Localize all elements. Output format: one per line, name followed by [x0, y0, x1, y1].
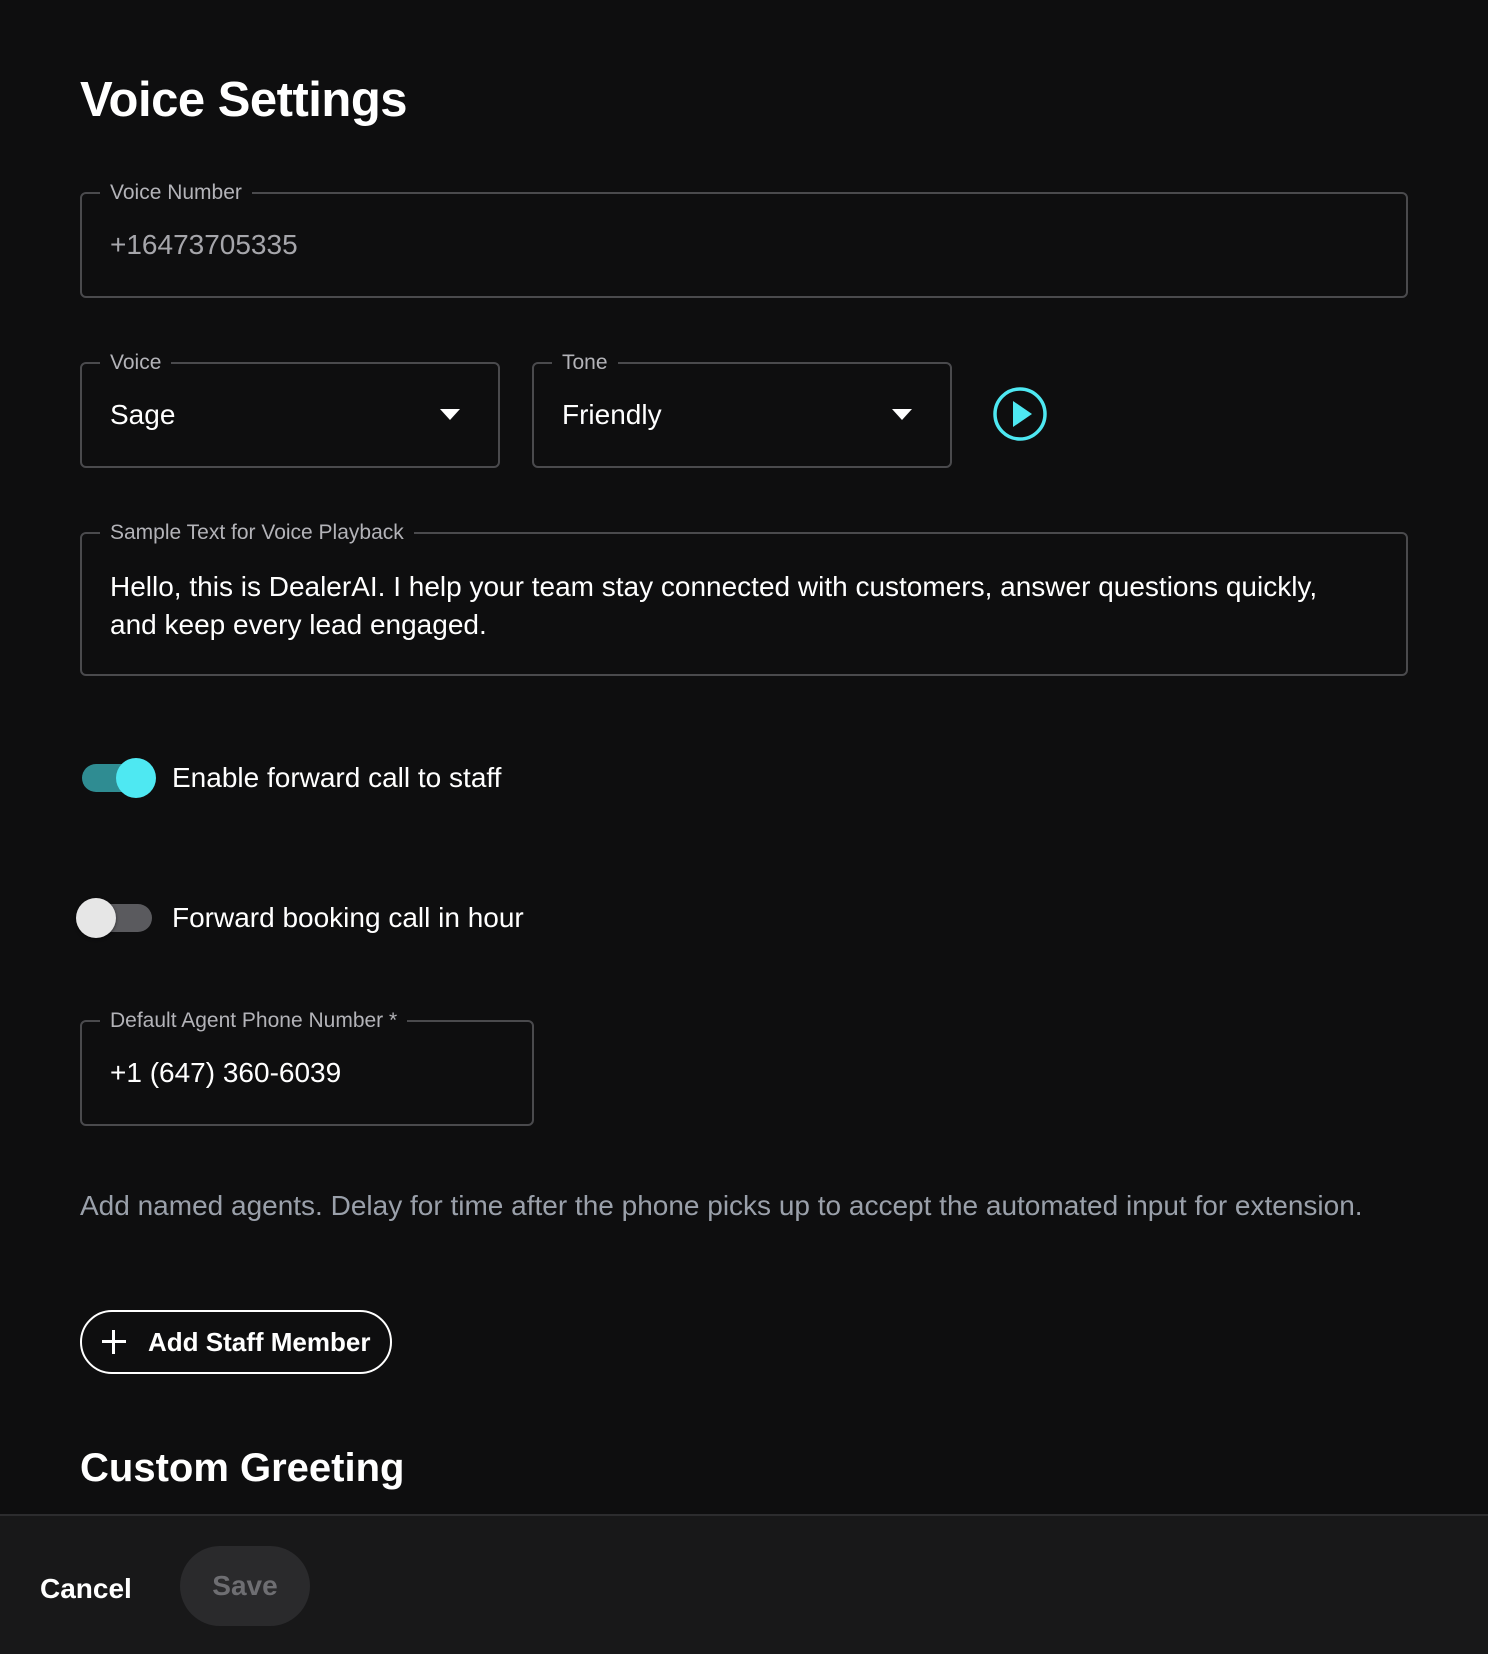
default-agent-phone-field[interactable]: Default Agent Phone Number * +1 (647) 36…: [80, 1008, 534, 1126]
sample-text-field[interactable]: Sample Text for Voice Playback Hello, th…: [80, 520, 1408, 676]
voice-select-value: Sage: [110, 399, 176, 430]
voice-number-field[interactable]: Voice Number +16473705335: [80, 180, 1408, 298]
voice-settings-panel: Voice Settings Voice Number +16473705335…: [0, 0, 1488, 1514]
forward-booking-row: Forward booking call in hour: [76, 896, 524, 940]
footer-action-bar: Cancel Save: [0, 1514, 1488, 1654]
forward-booking-label: Forward booking call in hour: [172, 902, 524, 933]
tone-select-value: Friendly: [562, 399, 662, 430]
forward-call-row: Enable forward call to staff: [80, 756, 501, 800]
sample-text-label: Sample Text for Voice Playback: [100, 520, 414, 546]
add-staff-member-label: Add Staff Member: [148, 1326, 371, 1357]
sample-text-value: Hello, this is DealerAI. I help your tea…: [110, 571, 1318, 640]
cancel-button[interactable]: Cancel: [40, 1560, 132, 1618]
forward-booking-toggle[interactable]: [76, 896, 156, 940]
voice-number-value: +16473705335: [110, 229, 298, 260]
voice-select[interactable]: Voice Sage: [80, 350, 500, 468]
toggle-knob: [116, 758, 156, 798]
default-agent-phone-value: +1 (647) 360-6039: [110, 1057, 342, 1088]
chevron-down-icon: [440, 409, 460, 420]
forward-call-label: Enable forward call to staff: [172, 762, 502, 793]
add-staff-member-button[interactable]: Add Staff Member: [80, 1310, 393, 1374]
page-title: Voice Settings: [80, 73, 408, 127]
custom-greeting-title: Custom Greeting: [80, 1446, 405, 1490]
toggle-knob: [76, 898, 116, 938]
tone-select[interactable]: Tone Friendly: [532, 350, 952, 468]
chevron-down-icon: [892, 409, 912, 420]
forward-call-toggle[interactable]: [80, 756, 156, 800]
play-sample-button[interactable]: [992, 386, 1048, 442]
plus-icon: [100, 1328, 128, 1356]
named-agents-helper-text: Add named agents. Delay for time after t…: [80, 1190, 1363, 1221]
play-circle-icon: [993, 387, 1047, 441]
save-button[interactable]: Save: [180, 1546, 310, 1626]
